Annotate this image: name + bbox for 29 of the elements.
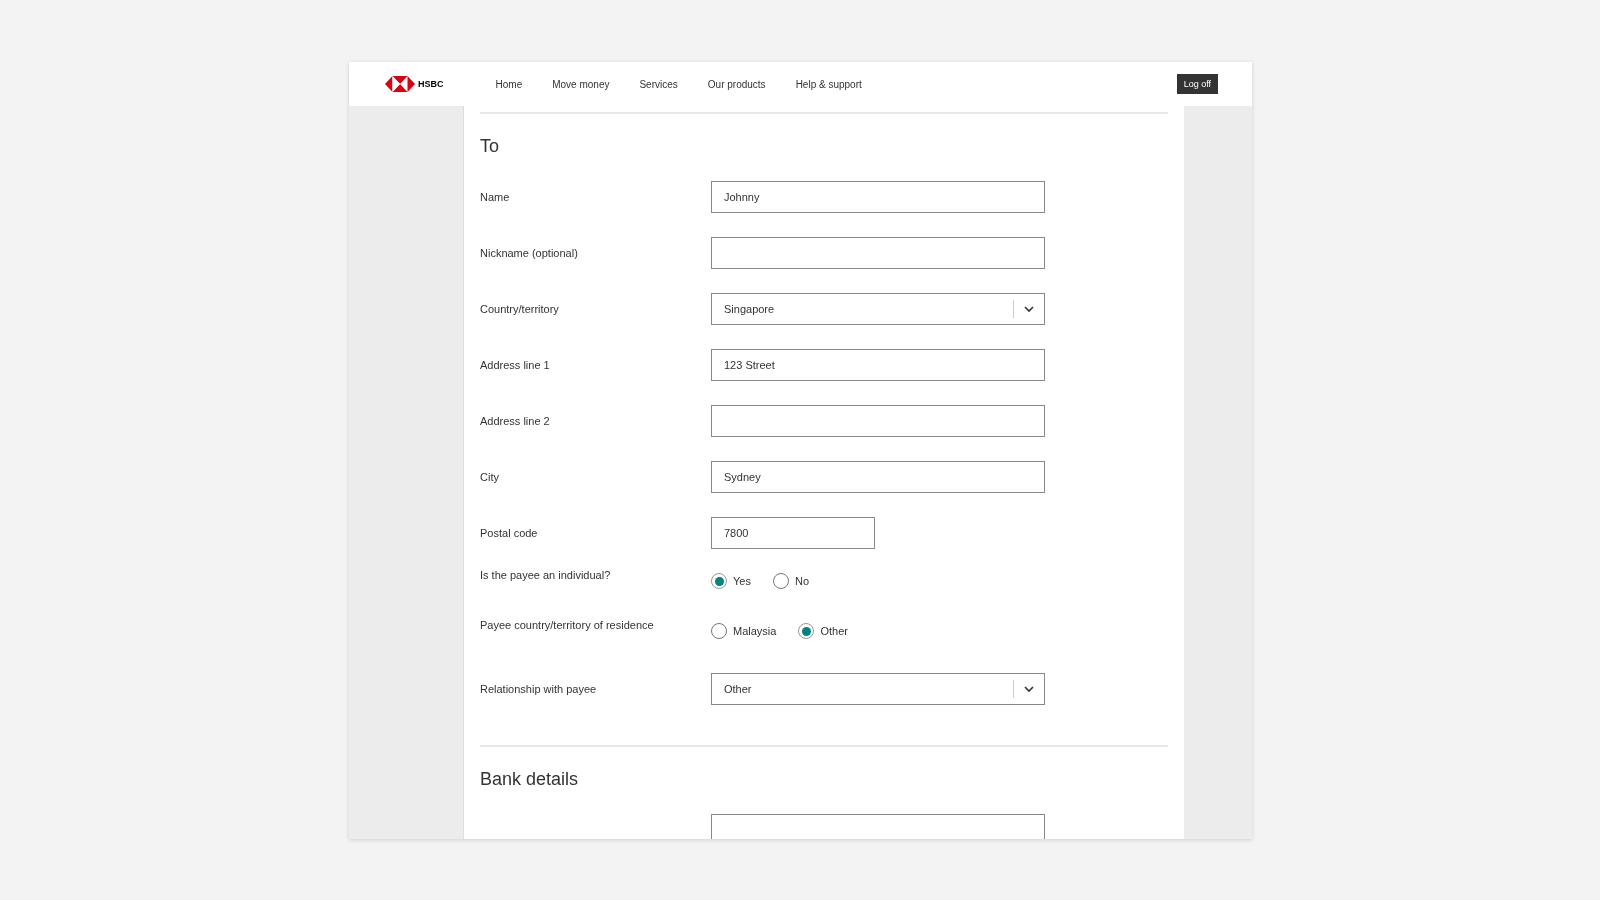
nav-link[interactable]: Move money [552,78,610,90]
input-field[interactable]: Johnny [711,181,1045,213]
field-label: Address line 1 [480,359,551,371]
log-off-button[interactable]: Log off [1176,74,1218,94]
field-label: Is the payee an individual? [480,569,612,581]
logo-text: HSBC [418,79,444,89]
field-label: Postal code [480,527,539,539]
nav-link[interactable]: Our products [707,78,766,90]
input-field[interactable]: 123 Street [711,349,1045,381]
field-label: Country/territory [480,303,560,315]
radio-option[interactable]: Yes [711,573,751,589]
nav-link[interactable]: Help & support [795,78,862,90]
radio-option[interactable]: Other [798,623,848,639]
section-heading: Bank details [480,769,580,790]
radio-option[interactable]: Malaysia [711,623,777,639]
field-label: Address line 2 [480,415,551,427]
dropdown-field[interactable]: Singapore [711,293,1045,325]
dropdown-field[interactable]: Other [711,673,1045,705]
radio-option[interactable]: No [772,573,809,589]
input-field[interactable]: Sydney [711,461,1045,493]
section-heading: To [480,136,500,157]
input-field[interactable]: 7800 [711,517,875,549]
nav-link[interactable]: Services [639,78,678,90]
nav-link[interactable]: Home [495,78,523,90]
field-label: Nickname (optional) [480,247,579,259]
field-label: City [480,471,500,483]
field-label: Name [480,191,511,203]
field-label: Relationship with payee [480,683,598,695]
field-label: Payee country/territory of residence [480,619,655,631]
